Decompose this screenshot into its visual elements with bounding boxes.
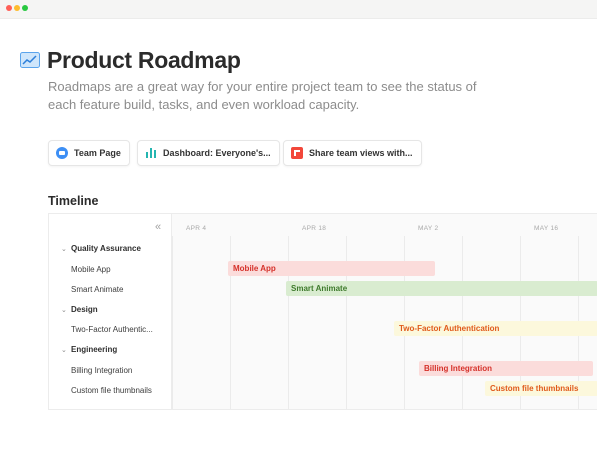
timeline-title: Timeline: [48, 194, 99, 208]
timeline-view: « ⌄ Quality Assurance Mobile App Smart A…: [48, 213, 597, 410]
bar-mobile-app[interactable]: Mobile App: [228, 261, 435, 276]
maximize-window-button[interactable]: [22, 5, 28, 11]
share-icon: [291, 147, 303, 159]
page-description: Roadmaps are a great way for your entire…: [48, 79, 477, 112]
row-two-factor-authentication[interactable]: Two-Factor Authentic...: [71, 325, 153, 334]
share-team-views-label: Share team views with...: [309, 148, 413, 158]
bar-two-factor-authentication[interactable]: Two-Factor Authentication: [394, 321, 597, 336]
team-page-label: Team Page: [74, 148, 121, 158]
chevron-down-icon[interactable]: ⌄: [61, 306, 67, 314]
date-label: APR 4: [186, 225, 207, 232]
bar-smart-animate[interactable]: Smart Animate: [286, 281, 597, 296]
row-smart-animate[interactable]: Smart Animate: [71, 285, 123, 294]
share-team-views-link[interactable]: Share team views with...: [283, 140, 422, 166]
row-billing-integration[interactable]: Billing Integration: [71, 366, 132, 375]
date-label: APR 18: [302, 225, 327, 232]
minimize-window-button[interactable]: [14, 5, 20, 11]
page-title: Product Roadmap: [47, 47, 241, 73]
row-custom-file-thumbnails[interactable]: Custom file thumbnails: [71, 386, 152, 395]
chart-icon: [20, 52, 40, 68]
collapse-sidebar-icon[interactable]: «: [155, 221, 161, 233]
group-engineering[interactable]: Engineering: [71, 345, 117, 354]
dashboard-link[interactable]: Dashboard: Everyone's...: [137, 140, 280, 166]
group-design[interactable]: Design: [71, 305, 98, 314]
dashboard-label: Dashboard: Everyone's...: [163, 148, 271, 158]
bar-billing-integration[interactable]: Billing Integration: [419, 361, 593, 376]
team-page-icon: [56, 147, 68, 159]
date-label: MAY 2: [418, 225, 439, 232]
chevron-down-icon[interactable]: ⌄: [61, 245, 67, 253]
timeline-sidebar: « ⌄ Quality Assurance Mobile App Smart A…: [49, 214, 172, 409]
window-titlebar: [0, 0, 597, 19]
team-page-link[interactable]: Team Page: [48, 140, 130, 166]
dashboard-icon: [145, 147, 157, 159]
chevron-down-icon[interactable]: ⌄: [61, 346, 67, 354]
date-label: MAY 16: [534, 225, 559, 232]
bar-custom-file-thumbnails[interactable]: Custom file thumbnails: [485, 381, 597, 396]
row-mobile-app[interactable]: Mobile App: [71, 265, 111, 274]
close-window-button[interactable]: [6, 5, 12, 11]
group-quality-assurance[interactable]: Quality Assurance: [71, 244, 141, 253]
timeline-grid: APR 4 APR 18 MAY 2 MAY 16 Mobile App Sma…: [172, 214, 597, 409]
